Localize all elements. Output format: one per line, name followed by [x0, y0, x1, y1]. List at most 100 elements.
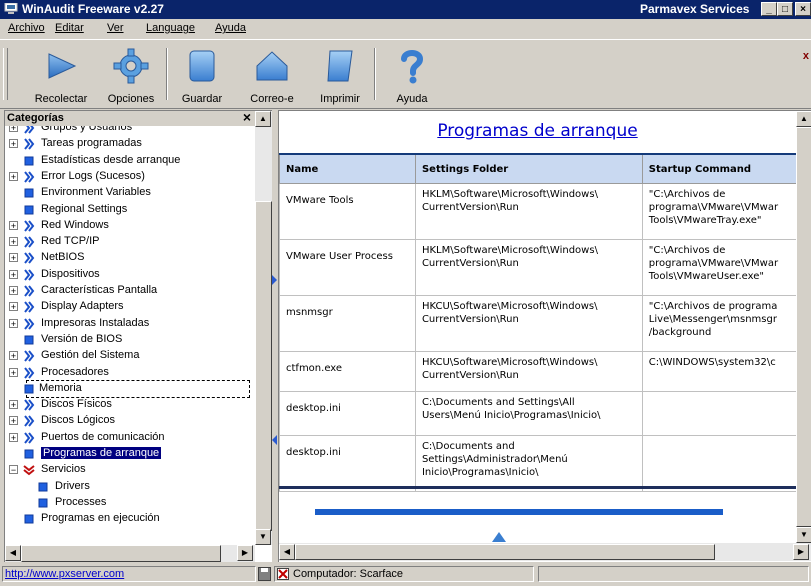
- toolbar-close-icon[interactable]: x: [803, 50, 809, 62]
- menu-archivo[interactable]: Archivo: [8, 22, 45, 34]
- expand-toggle-icon[interactable]: +: [9, 302, 18, 312]
- menu-language[interactable]: Language: [146, 22, 195, 34]
- scroll-thumb[interactable]: [255, 201, 272, 531]
- title-bar: WinAudit Freeware v2.27 Parmavex Service…: [0, 0, 811, 19]
- tree-item[interactable]: − Servicios: [5, 462, 255, 478]
- square-bullet-icon: [38, 498, 48, 508]
- tree-item[interactable]: + Puertos de comunicación: [5, 430, 255, 446]
- column-header[interactable]: Name: [279, 153, 416, 184]
- close-window-button[interactable]: ×: [795, 2, 811, 16]
- minimize-button[interactable]: _: [761, 2, 777, 16]
- website-link[interactable]: http://www.pxserver.com: [2, 566, 256, 582]
- tree-item-label: Discos Físicos: [41, 398, 112, 411]
- status-bar: http://www.pxserver.com Computador: Scar…: [0, 562, 811, 586]
- tree-item[interactable]: Processes: [5, 495, 255, 511]
- tree-item[interactable]: + Discos Físicos: [5, 397, 255, 413]
- tree-item[interactable]: Estadísticas desde arranque: [5, 153, 255, 169]
- recolectar-button[interactable]: Recolectar: [28, 46, 94, 105]
- expand-toggle-icon[interactable]: +: [9, 139, 18, 149]
- tree-item[interactable]: Regional Settings: [5, 202, 255, 218]
- tree-item[interactable]: Programas de arranque: [5, 446, 255, 462]
- scroll-right-button[interactable]: ▶: [793, 544, 809, 560]
- splitter-expand-icon[interactable]: [272, 275, 277, 285]
- tree-item[interactable]: + Display Adapters: [5, 299, 255, 315]
- expand-toggle-icon[interactable]: +: [9, 237, 18, 247]
- scroll-up-button[interactable]: ▲: [255, 111, 271, 127]
- table-cell: HKLM\Software\Microsoft\Windows\ Current…: [414, 183, 643, 240]
- tree-item[interactable]: Memoria: [24, 379, 250, 398]
- table-row: msnmsgr HKCU\Software\Microsoft\Windows\ …: [279, 295, 811, 352]
- column-header[interactable]: Startup Command: [641, 153, 811, 184]
- tree-item[interactable]: + Dispositivos: [5, 267, 255, 283]
- expand-toggle-icon[interactable]: +: [9, 351, 18, 361]
- expand-toggle-icon[interactable]: +: [9, 269, 18, 279]
- tree-item[interactable]: + Procesadores: [5, 365, 255, 381]
- table-cell: "C:\Archivos de programa Live\Messenger\…: [641, 295, 811, 352]
- menu-editar[interactable]: Editar: [55, 22, 84, 34]
- maximize-button[interactable]: □: [777, 2, 793, 16]
- tree-item[interactable]: Drivers: [5, 479, 255, 495]
- column-header[interactable]: Settings Folder: [414, 153, 643, 184]
- expand-toggle-icon[interactable]: +: [9, 400, 18, 410]
- expand-toggle-icon[interactable]: +: [9, 416, 18, 426]
- tree-item[interactable]: Versión de BIOS: [5, 332, 255, 348]
- report-horizontal-scrollbar[interactable]: ◀ ▶: [279, 543, 811, 561]
- report-pane: Programas de arranque Name Settings Folde…: [278, 110, 811, 564]
- ayuda-button[interactable]: Ayuda: [382, 46, 442, 105]
- tree-item[interactable]: + Gestión del Sistema: [5, 348, 255, 364]
- scroll-down-button[interactable]: ▼: [796, 527, 811, 543]
- menu-ver[interactable]: Ver: [107, 22, 124, 34]
- chevron-right-icon: [24, 301, 35, 313]
- scroll-thumb[interactable]: [295, 544, 715, 560]
- splitter-collapse-icon[interactable]: [272, 435, 277, 445]
- expand-toggle-icon[interactable]: +: [9, 367, 18, 377]
- scroll-up-button[interactable]: ▲: [796, 111, 811, 127]
- tree-item[interactable]: + Discos Lógicos: [5, 413, 255, 429]
- tree-item[interactable]: + Grupos y Usuarios: [5, 126, 255, 136]
- tree-item-label: Impresoras Instaladas: [41, 316, 150, 329]
- expand-toggle-icon[interactable]: +: [9, 171, 18, 181]
- scroll-thumb[interactable]: [21, 545, 221, 562]
- up-arrow-icon[interactable]: [491, 531, 507, 543]
- correo-button[interactable]: Correo-e: [242, 46, 302, 105]
- tree-item[interactable]: + Error Logs (Sucesos): [5, 169, 255, 185]
- tree-horizontal-scrollbar[interactable]: ◀ ▶: [5, 545, 255, 562]
- opciones-button[interactable]: Opciones: [100, 46, 162, 105]
- report-table: Name Settings Folder Startup Command VMwar…: [279, 153, 811, 492]
- scroll-down-button[interactable]: ▼: [255, 529, 271, 545]
- tree-item-label: Discos Lógicos: [41, 414, 115, 427]
- report-heading[interactable]: Programas de arranque: [279, 121, 796, 141]
- menu-ayuda[interactable]: Ayuda: [215, 22, 246, 34]
- tree-item[interactable]: + Red TCP/IP: [5, 234, 255, 250]
- scroll-right-button[interactable]: ▶: [237, 545, 253, 561]
- report-vertical-scrollbar[interactable]: ▲ ▼: [796, 111, 811, 543]
- scroll-left-button[interactable]: ◀: [279, 544, 295, 560]
- collapse-toggle-icon[interactable]: −: [9, 465, 18, 475]
- ayuda-label: Ayuda: [396, 93, 428, 105]
- tree-item[interactable]: + Impresoras Instaladas: [5, 316, 255, 332]
- save-disk-icon: [189, 50, 215, 82]
- expand-toggle-icon[interactable]: +: [9, 220, 18, 230]
- tree-item[interactable]: + NetBIOS: [5, 250, 255, 266]
- categories-close-icon[interactable]: ×: [243, 109, 251, 125]
- expand-toggle-icon[interactable]: +: [9, 318, 18, 328]
- tree-item-label: Drivers: [55, 479, 90, 492]
- opciones-label: Opciones: [107, 93, 155, 105]
- expand-toggle-icon[interactable]: +: [9, 286, 18, 296]
- expand-toggle-icon[interactable]: +: [9, 253, 18, 263]
- toolbar-grip[interactable]: [3, 48, 8, 100]
- chevron-right-icon: [24, 269, 35, 281]
- expand-toggle-icon[interactable]: +: [9, 432, 18, 442]
- scroll-left-button[interactable]: ◀: [5, 545, 21, 561]
- tree-item[interactable]: + Tareas programadas: [5, 136, 255, 152]
- imprimir-button[interactable]: Imprimir: [310, 46, 370, 105]
- tree-item[interactable]: + Red Windows: [5, 218, 255, 234]
- tree-item[interactable]: Programas en ejecución: [5, 511, 255, 527]
- tree-item[interactable]: + Características Pantalla: [5, 283, 255, 299]
- expand-toggle-icon[interactable]: +: [9, 126, 18, 133]
- chevron-right-icon: [24, 171, 35, 183]
- guardar-button[interactable]: Guardar: [172, 46, 232, 105]
- scroll-thumb[interactable]: [796, 127, 811, 527]
- tree-item[interactable]: Environment Variables: [5, 185, 255, 201]
- tree-vertical-scrollbar[interactable]: ▲ ▼: [255, 111, 272, 545]
